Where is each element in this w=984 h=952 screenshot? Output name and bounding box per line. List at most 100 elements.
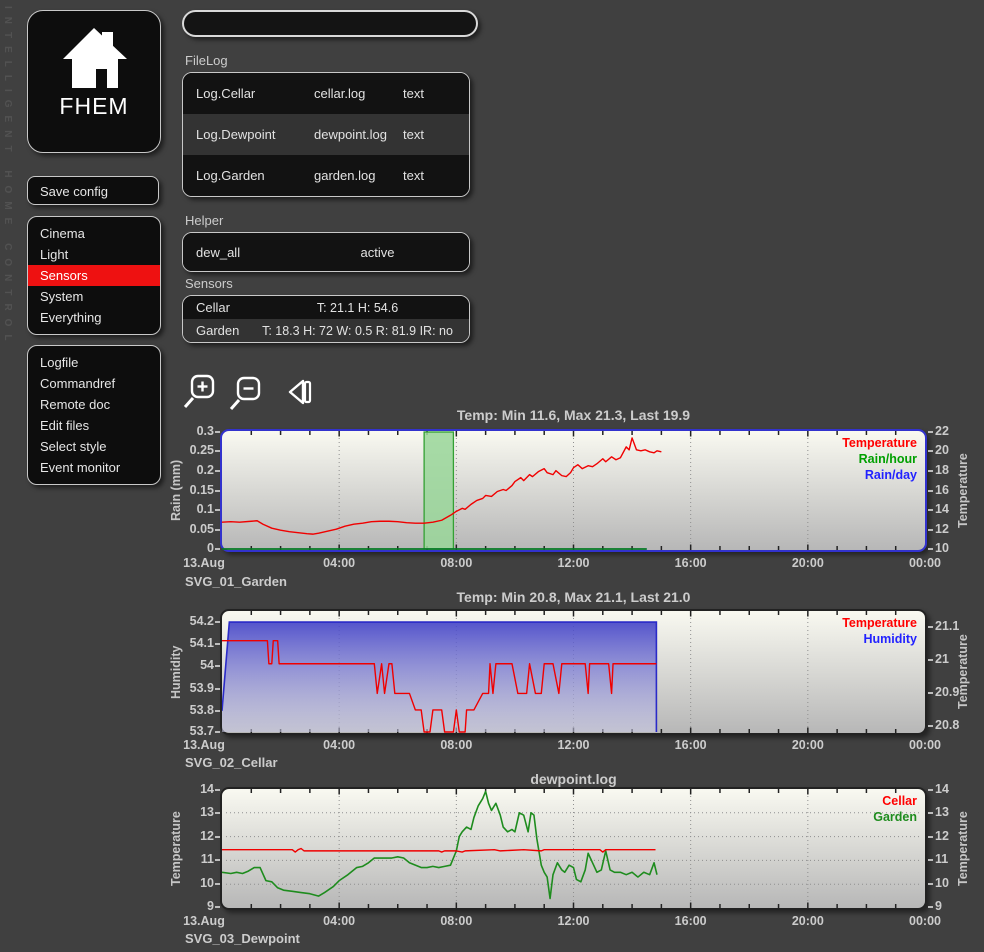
device-name-link[interactable]: Log.Garden	[183, 168, 314, 183]
sidebar-item-commandref[interactable]: Commandref	[28, 373, 160, 394]
y-tick-label-left: 10	[158, 876, 214, 890]
y-tick-mark	[215, 621, 220, 623]
device-name-link[interactable]: dew_all	[183, 245, 326, 260]
sidebar-item-event-monitor[interactable]: Event monitor	[28, 457, 160, 478]
y-tick-label-left: 13	[158, 805, 214, 819]
x-tick-label: 20:00	[792, 556, 824, 570]
y-tick-mark	[215, 710, 220, 712]
x-tick-label: 04:00	[323, 556, 355, 570]
logfile-text-link[interactable]: text	[403, 168, 469, 183]
chart-title-garden: Temp: Min 11.6, Max 21.3, Last 19.9	[222, 407, 925, 423]
fhem-logo[interactable]: FHEM	[27, 10, 161, 153]
device-name-link[interactable]: Garden	[183, 323, 254, 338]
plot-SVG_01_Garden[interactable]: TemperatureRain/hourRain/day	[220, 429, 927, 552]
y-tick-mark	[928, 490, 933, 492]
x-tick-label: 13.Aug	[183, 914, 225, 928]
x-tick-label: 08:00	[440, 556, 472, 570]
x-tick-label: 12:00	[558, 556, 590, 570]
chart-file-label-cellar[interactable]: SVG_02_Cellar	[185, 755, 278, 770]
logfile-name: cellar.log	[314, 86, 403, 101]
table-row: CellarT: 21.1 H: 54.6	[183, 296, 469, 319]
axis-label-left: Humidity	[168, 611, 184, 733]
room-menu: CinemaLightSensorsSystemEverything	[27, 216, 161, 335]
series-line-cellar	[222, 849, 656, 853]
y-tick-label-left: 0	[158, 541, 214, 555]
command-input[interactable]	[182, 10, 478, 37]
sidebar-item-select-style[interactable]: Select style	[28, 436, 160, 457]
plot-canvas-SVG_03_Dewpoint: CellarGarden	[222, 789, 925, 908]
table-row: Log.Gardengarden.logtext	[183, 155, 469, 196]
y-tick-label-left: 0.05	[158, 522, 214, 536]
plot-canvas-SVG_02_Cellar: Temperature Humidity	[222, 611, 925, 733]
legend-item-temperature: Temperature	[842, 616, 917, 630]
y-tick-mark	[928, 470, 933, 472]
y-tick-label-left: 53.8	[158, 703, 214, 717]
axis-label-left: Temperature	[168, 789, 184, 908]
y-tick-mark	[928, 906, 933, 908]
x-tick-label: 00:00	[909, 556, 941, 570]
legend-item-temperature: Temperature	[842, 436, 917, 450]
sidebar-item-cinema[interactable]: Cinema	[28, 223, 160, 244]
y-tick-mark	[928, 812, 933, 814]
y-tick-mark	[928, 659, 933, 661]
device-name-link[interactable]: Log.Dewpoint	[183, 127, 314, 142]
x-tick-label: 16:00	[675, 556, 707, 570]
legend-item-humidity: Humidity	[864, 632, 918, 646]
sidebar-item-remote-doc[interactable]: Remote doc	[28, 394, 160, 415]
table-row: Log.Cellarcellar.logtext	[183, 73, 469, 114]
section-label-sensors: Sensors	[185, 276, 233, 291]
step-back-icon[interactable]	[279, 372, 319, 412]
logfile-name: dewpoint.log	[314, 127, 403, 142]
y-tick-label-left: 0.25	[158, 443, 214, 457]
y-tick-mark	[215, 836, 220, 838]
plot-SVG_02_Cellar[interactable]: Temperature Humidity	[220, 609, 927, 735]
y-tick-mark	[215, 490, 220, 492]
logfile-text-link[interactable]: text	[403, 127, 469, 142]
y-tick-label-left: 54.2	[158, 614, 214, 628]
y-tick-mark	[928, 548, 933, 550]
save-config-button[interactable]: Save config	[27, 176, 159, 205]
y-tick-label-left: 0.2	[158, 463, 214, 477]
y-tick-mark	[215, 688, 220, 690]
house-icon	[57, 25, 131, 91]
y-tick-mark	[215, 859, 220, 861]
x-tick-label: 12:00	[558, 914, 590, 928]
sensors-table: CellarT: 21.1 H: 54.6GardenT: 18.3 H: 72…	[182, 295, 470, 343]
x-tick-label: 13.Aug	[183, 556, 225, 570]
y-tick-label-left: 53.7	[158, 724, 214, 738]
device-state: T: 21.1 H: 54.6	[254, 301, 469, 315]
sidebar-item-system[interactable]: System	[28, 286, 160, 307]
section-label-helper: Helper	[185, 213, 223, 228]
y-tick-label-left: 54.1	[158, 636, 214, 650]
y-tick-label-left: 0.1	[158, 502, 214, 516]
sidebar-item-light[interactable]: Light	[28, 244, 160, 265]
sidebar-item-sensors[interactable]: Sensors	[28, 265, 160, 286]
zoom-out-icon[interactable]	[227, 372, 267, 412]
x-tick-label: 04:00	[323, 738, 355, 752]
y-tick-mark	[215, 665, 220, 667]
device-name-link[interactable]: Cellar	[183, 300, 254, 315]
y-tick-mark	[928, 883, 933, 885]
y-tick-mark	[928, 529, 933, 531]
chart-file-label-dewpoint[interactable]: SVG_03_Dewpoint	[185, 931, 300, 946]
y-tick-mark	[215, 789, 220, 791]
chart-file-label-garden[interactable]: SVG_01_Garden	[185, 574, 287, 589]
sidebar-item-logfile[interactable]: Logfile	[28, 352, 160, 373]
y-tick-mark	[215, 509, 220, 511]
x-tick-label: 20:00	[792, 914, 824, 928]
y-tick-mark	[215, 529, 220, 531]
plot-toolbar	[181, 372, 319, 412]
x-tick-label: 16:00	[675, 738, 707, 752]
logo-label: FHEM	[28, 93, 160, 120]
vertical-brand-text: INTELLIGENT HOME CONTROL	[2, 6, 13, 476]
sidebar-item-everything[interactable]: Everything	[28, 307, 160, 328]
y-tick-mark	[928, 692, 933, 694]
y-tick-mark	[928, 450, 933, 452]
zoom-in-icon[interactable]	[181, 372, 221, 412]
logfile-text-link[interactable]: text	[403, 86, 469, 101]
y-tick-mark	[215, 812, 220, 814]
device-name-link[interactable]: Log.Cellar	[183, 86, 314, 101]
sidebar-item-edit-files[interactable]: Edit files	[28, 415, 160, 436]
plot-SVG_03_Dewpoint[interactable]: CellarGarden	[220, 787, 927, 910]
y-tick-mark	[215, 450, 220, 452]
